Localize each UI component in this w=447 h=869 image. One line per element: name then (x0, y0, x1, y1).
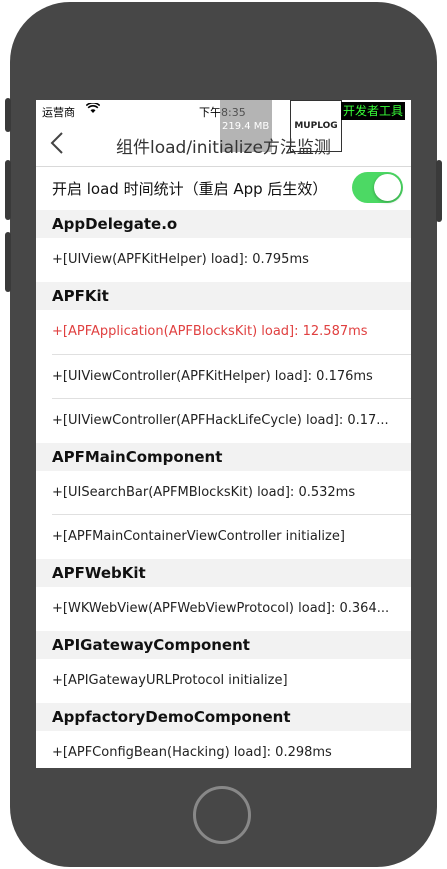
mute-switch (5, 98, 11, 132)
load-stat-toggle-row: 开启 load 时间统计（重启 App 后生效） (36, 167, 411, 210)
list-item[interactable]: +[UIView(APFKitHelper) load]: 0.795ms (36, 238, 411, 282)
toggle-label: 开启 load 时间统计（重启 App 后生效） (52, 180, 328, 198)
switch-knob (374, 174, 401, 201)
list-item[interactable]: +[APFMainContainerViewController initial… (36, 515, 411, 559)
section-header: APIGatewayComponent (36, 631, 411, 659)
section-header: APFKit (36, 282, 411, 310)
dev-tools-button[interactable]: 开发者工具 (341, 102, 406, 120)
screen: 运营商 下午8:35 219.4 MB MUPLOG 开发者工具 组件load/… (36, 100, 411, 768)
list-item[interactable]: +[APFConfigBean(Hacking) load]: 0.298ms (36, 731, 411, 768)
wifi-icon (85, 102, 101, 117)
power-button (436, 160, 442, 222)
section-header: AppfactoryDemoComponent (36, 703, 411, 731)
home-button[interactable] (193, 786, 251, 844)
nav-bar: 组件load/initialize方法监测 (36, 122, 411, 167)
section-header: APFMainComponent (36, 443, 411, 471)
list-item[interactable]: +[APFApplication(APFBlocksKit) load]: 12… (36, 310, 411, 354)
page-title: 组件load/initialize方法监测 (116, 138, 331, 158)
list-item[interactable]: +[UISearchBar(APFMBlocksKit) load]: 0.53… (36, 471, 411, 515)
back-chevron-icon[interactable] (50, 131, 64, 155)
load-stat-switch[interactable] (352, 172, 403, 203)
carrier-label: 运营商 (42, 106, 75, 119)
section-header: AppDelegate.o (36, 210, 411, 238)
list-item[interactable]: +[UIViewController(APFKitHelper) load]: … (36, 355, 411, 399)
list-item[interactable]: +[APIGatewayURLProtocol initialize] (36, 659, 411, 703)
section-header: APFWebKit (36, 559, 411, 587)
list-item[interactable]: +[WKWebView(APFWebViewProtocol) load]: 0… (36, 587, 411, 631)
volume-down-button (5, 232, 11, 292)
list-item[interactable]: +[UIViewController(APFHackLifeCycle) loa… (36, 399, 411, 443)
volume-up-button (5, 160, 11, 220)
